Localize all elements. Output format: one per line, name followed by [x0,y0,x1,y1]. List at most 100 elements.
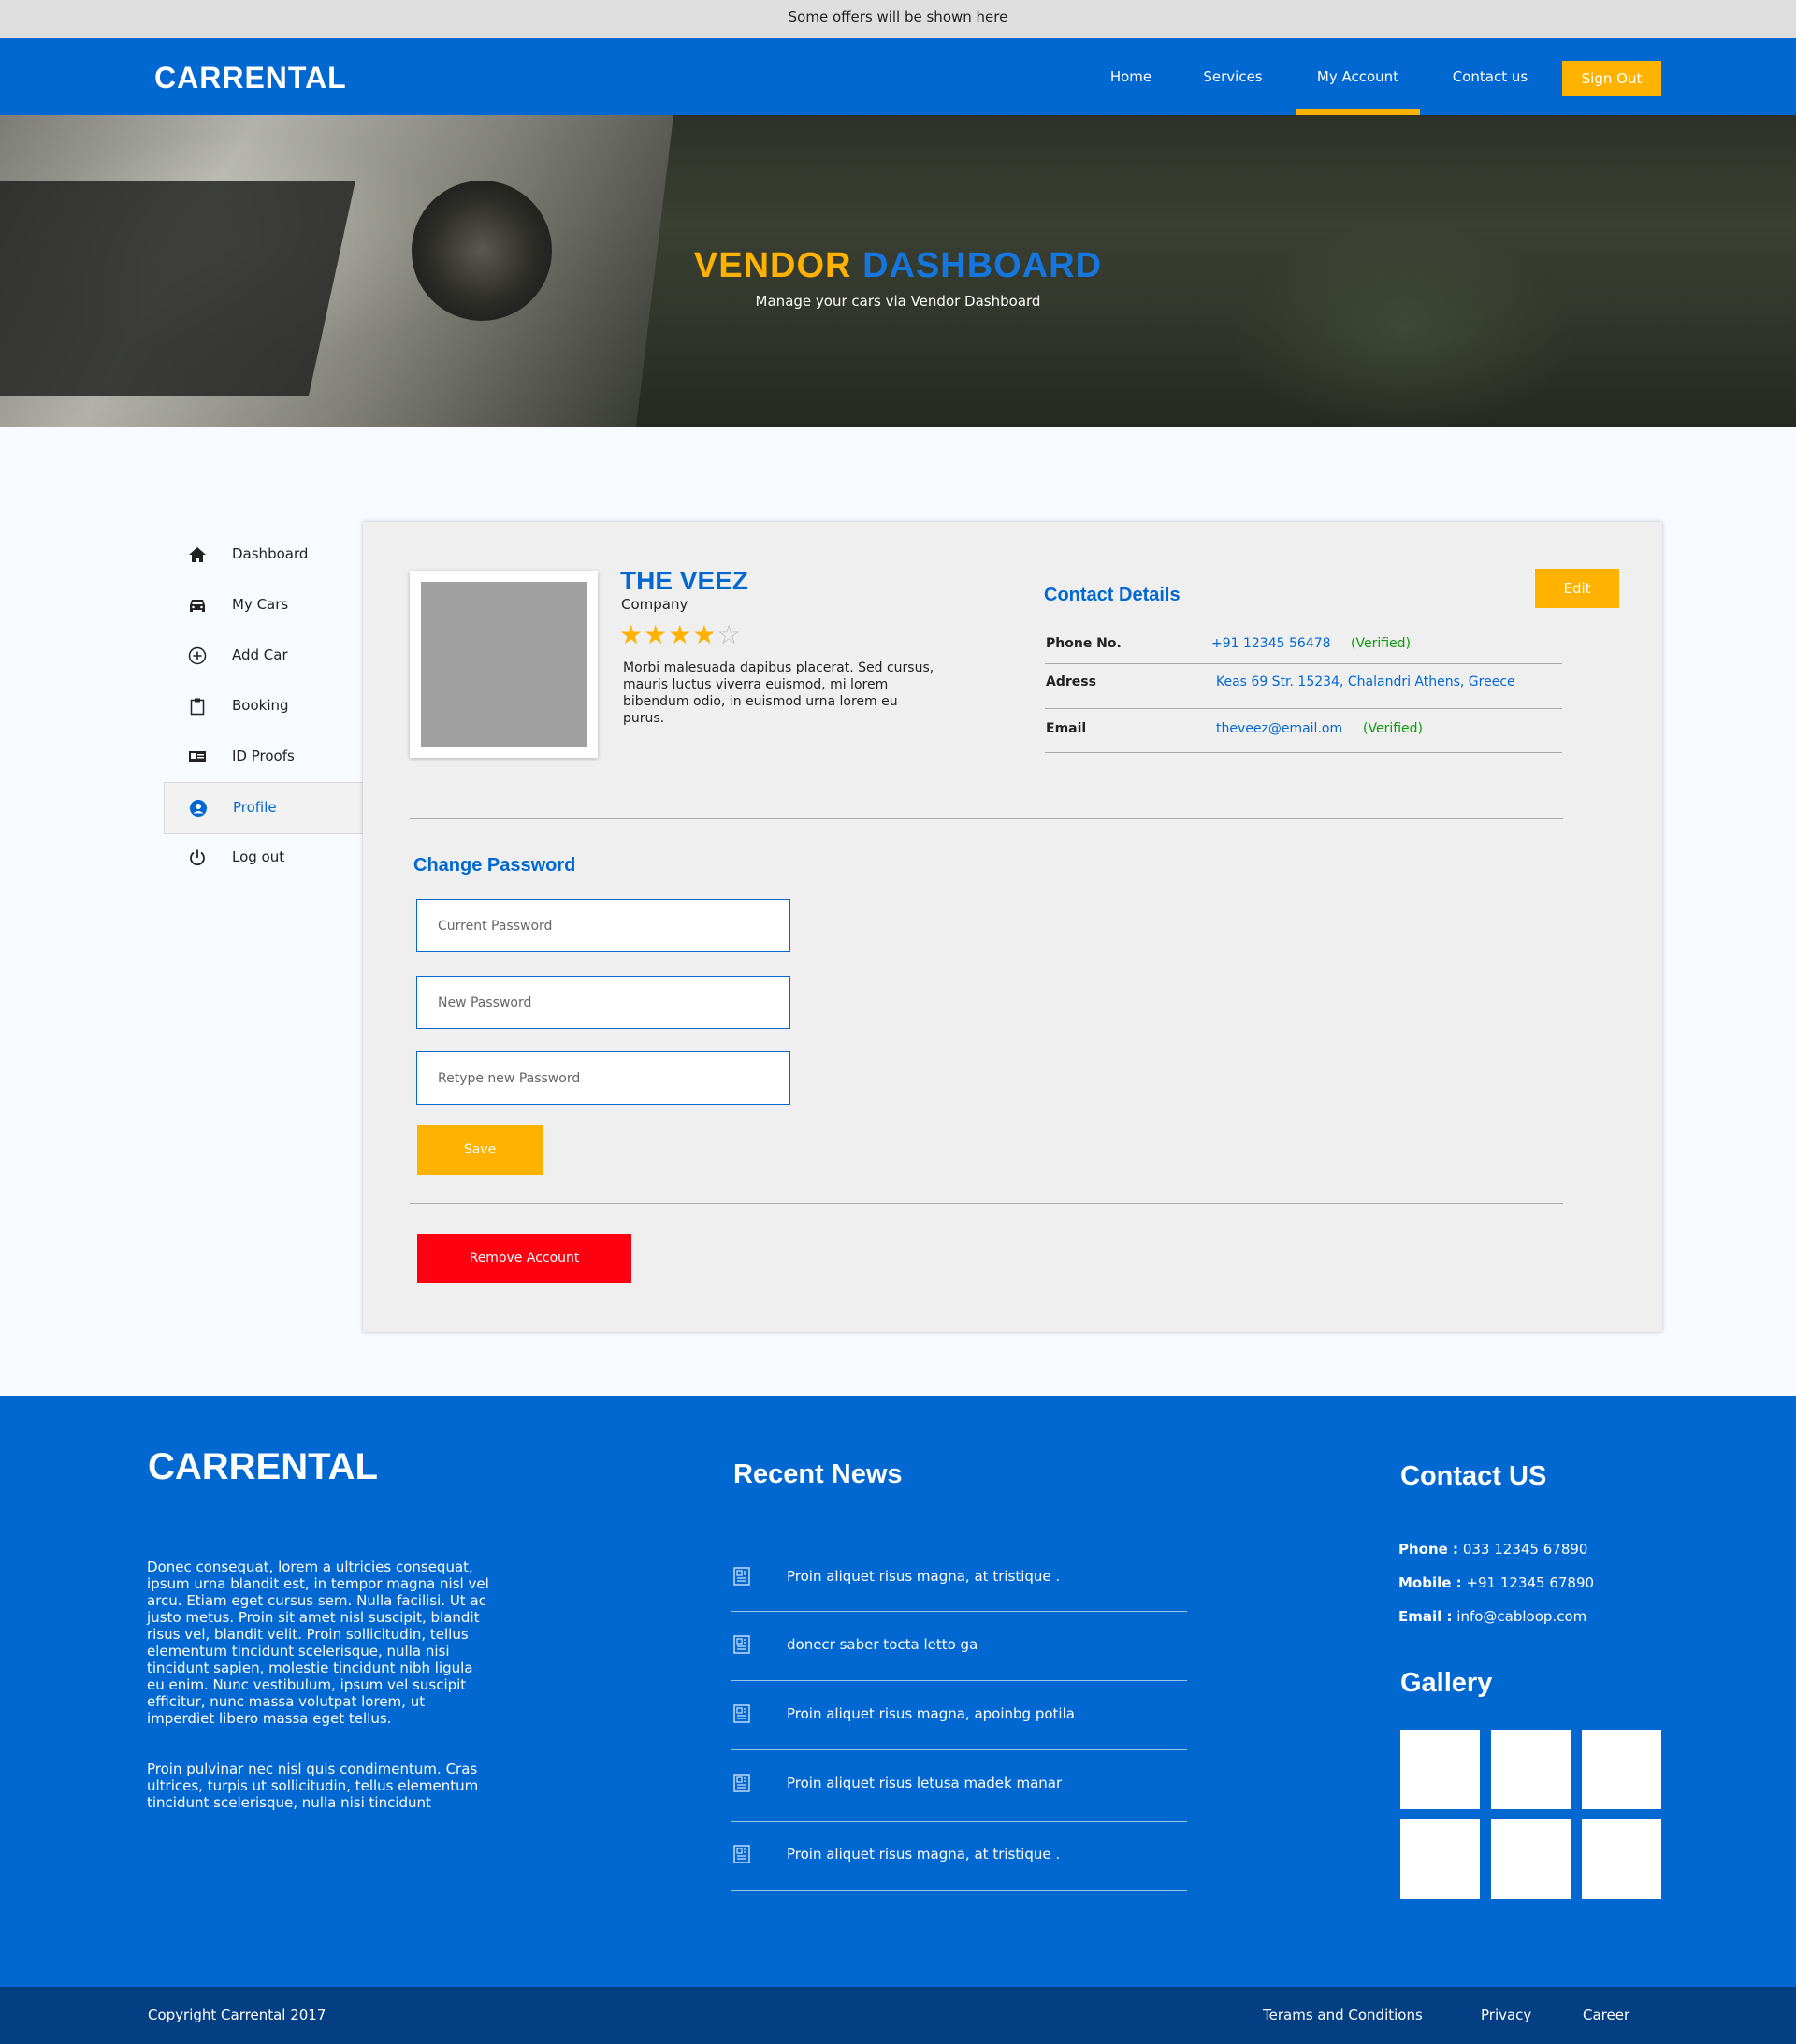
profile-photo[interactable] [410,571,598,758]
news-item[interactable]: donecr saber tocta letto ga [731,1613,1187,1681]
sidebar-item-dashboard[interactable]: Dashboard [164,529,364,580]
hero-subtitle: Manage your cars via Vendor Dashboard [755,293,1041,310]
rating-stars: ★★★★☆ [619,619,742,650]
nav-home[interactable]: Home [1094,38,1167,115]
sidebar-item-log-out[interactable]: Log out [164,833,364,883]
car-icon [190,600,205,612]
sidebar-item-label: Log out [232,848,285,865]
phone-value: 033 12345 67890 [1462,1541,1588,1558]
offer-bar: Some offers will be shown here [0,0,1796,38]
hero-car-grill [0,181,355,396]
divider [410,1203,1563,1204]
user-circle-icon [190,800,207,817]
save-button[interactable]: Save [417,1125,543,1175]
recent-news-heading: Recent News [733,1459,903,1489]
news-item[interactable]: Proin aliquet risus magna, apoinbg potil… [731,1682,1187,1750]
sidebar-item-id-proofs[interactable]: ID Proofs [164,732,364,782]
star-empty-icon: ☆ [717,619,742,650]
mobile-value: +91 12345 67890 [1466,1574,1595,1591]
newspaper-icon [733,1774,750,1792]
news-title: Proin aliquet risus magna, at tristique … [787,1568,1061,1585]
gallery-thumb[interactable] [1400,1730,1480,1809]
newspaper-icon [733,1635,750,1654]
new-password-input[interactable] [416,976,790,1029]
contact-us-heading: Contact US [1400,1461,1547,1491]
sidebar-item-profile[interactable]: Profile [164,782,364,834]
nav-contact-us[interactable]: Contact us [1443,38,1537,115]
star-filled-icon: ★ [668,619,693,650]
privacy-link[interactable]: Privacy [1481,2007,1531,2023]
sign-out-button[interactable]: Sign Out [1562,61,1661,96]
email-value[interactable]: info@cabloop.com [1456,1608,1586,1625]
hero-title-part2: DASHBOARD [862,246,1103,285]
contact-value: +91 12345 56478 [1211,636,1331,651]
contact-row-email: Email theveez@email.om (Verified) [1045,709,1562,753]
sidebar-item-my-cars[interactable]: My Cars [164,580,364,631]
nav-my-account[interactable]: My Account [1296,38,1420,115]
news-item[interactable]: Proin aliquet risus magna, at tristique … [731,1822,1187,1891]
retype-password-input[interactable] [416,1051,790,1105]
current-password-input[interactable] [416,899,790,952]
news-item[interactable]: Proin aliquet risus magna, at tristique … [731,1544,1187,1612]
gallery-thumb[interactable] [1582,1819,1661,1899]
gallery-heading: Gallery [1400,1668,1493,1698]
terms-link[interactable]: Terams and Conditions [1263,2007,1423,2023]
sidebar-item-label: Profile [233,799,277,816]
sidebar-item-label: ID Proofs [232,747,295,764]
brand-logo[interactable]: CARRENTAL [154,61,347,95]
navbar: CARRENTAL Home Services My Account Conta… [0,38,1796,115]
phone-label: Phone : [1398,1541,1459,1558]
hero-title: VENDOR DASHBOARD [0,246,1796,286]
star-filled-icon: ★ [619,619,645,650]
clipboard-icon [190,698,205,716]
star-filled-icon: ★ [644,619,669,650]
footer-about-text-2: Proin pulvinar nec nisl quis condimentum… [147,1761,479,1811]
sidebar-item-label: Dashboard [232,545,309,562]
sidebar-item-label: Add Car [232,646,288,663]
sidebar-item-label: Booking [232,697,289,714]
id-card-icon [189,751,206,762]
news-title: Proin aliquet risus magna, at tristique … [787,1846,1061,1863]
gallery-thumb[interactable] [1582,1730,1661,1809]
hero-title-part1: VENDOR [693,246,852,285]
contact-label: Phone No. [1046,636,1122,651]
copyright-text: Copyright Carrental 2017 [148,2007,326,2023]
company-type: Company [621,596,688,613]
footer-phone: Phone : 033 12345 67890 [1398,1541,1587,1558]
career-link[interactable]: Career [1583,2007,1629,2023]
profile-photo-placeholder [421,582,587,747]
footer-email: Email : info@cabloop.com [1398,1608,1586,1625]
plus-circle-icon [188,646,207,665]
newspaper-icon [733,1845,750,1863]
contact-details-heading: Contact Details [1044,585,1180,605]
verified-badge: (Verified) [1363,721,1423,736]
power-icon [190,849,205,866]
verified-badge: (Verified) [1351,636,1411,651]
contact-value[interactable]: theveez@email.om [1216,721,1342,736]
news-item[interactable]: Proin aliquet risus letusa madek manar [731,1751,1187,1822]
newspaper-icon [733,1567,750,1586]
news-title: donecr saber tocta letto ga [787,1636,978,1653]
sidebar-item-add-car[interactable]: Add Car [164,631,364,681]
divider [410,818,1563,819]
newspaper-icon [733,1704,750,1723]
hero-banner: VENDOR DASHBOARD Manage your cars via Ve… [0,115,1796,427]
sidebar-item-label: My Cars [232,596,289,613]
contact-row-phone: Phone No. +91 12345 56478 (Verified) [1045,629,1562,664]
company-description: Morbi malesuada dapibus placerat. Sed cu… [623,660,934,726]
remove-account-button[interactable]: Remove Account [417,1234,631,1283]
contact-row-address: Adress Keas 69 Str. 15234, Chalandri Ath… [1045,664,1562,709]
gallery-thumb[interactable] [1400,1819,1480,1899]
gallery-thumb[interactable] [1491,1819,1571,1899]
edit-button[interactable]: Edit [1535,569,1619,608]
company-name: THE VEEZ [620,566,748,595]
email-label: Email : [1398,1608,1453,1625]
footer-about-text: Donec consequat, lorem a ultricies conse… [147,1558,489,1727]
star-filled-icon: ★ [692,619,717,650]
contact-label: Adress [1046,674,1096,689]
gallery-thumb[interactable] [1491,1730,1571,1809]
home-icon [189,547,206,562]
news-title: Proin aliquet risus magna, apoinbg potil… [787,1705,1075,1722]
sidebar-item-booking[interactable]: Booking [164,681,364,732]
nav-services[interactable]: Services [1192,38,1274,115]
